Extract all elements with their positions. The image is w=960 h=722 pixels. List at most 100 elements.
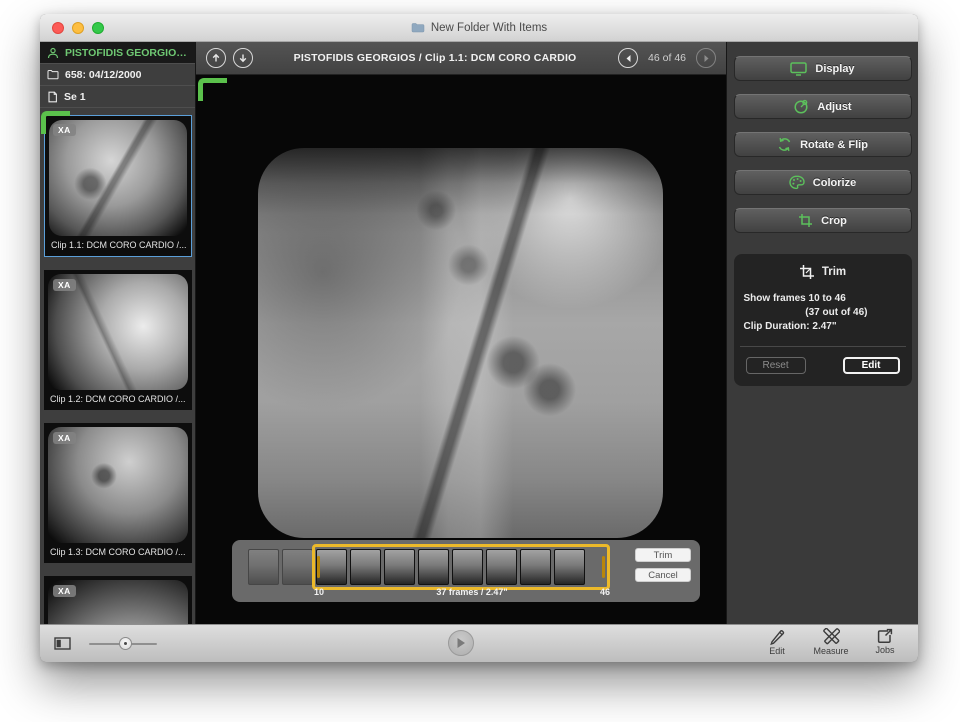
trim-reset-button[interactable]: Reset xyxy=(746,357,806,374)
crop-icon xyxy=(798,213,813,228)
thumbnail-clip-1-3[interactable]: Clip 1.3: DCM CORO CARDIO /... XA xyxy=(44,423,192,563)
window-title-text: New Folder With Items xyxy=(431,22,547,34)
trim-frames-range: Show frames 10 to 46 xyxy=(744,292,902,306)
sidebar-item-study[interactable]: 658: 04/12/2000 xyxy=(40,64,195,86)
thumbnail-caption: Clip 1.1: DCM CORO CARDIO /... xyxy=(49,236,187,252)
filmstrip-frame[interactable] xyxy=(248,549,279,585)
filmstrip-labels: 10 37 frames / 2.47" 46 xyxy=(232,587,700,598)
export-icon xyxy=(877,628,893,644)
trim-panel-actions: Reset Edit xyxy=(744,357,902,374)
trim-end-frame: 46 xyxy=(600,587,610,597)
modality-badge: XA xyxy=(53,279,76,291)
colorize-button-label: Colorize xyxy=(813,177,856,189)
active-pane-bracket xyxy=(41,111,70,134)
arrow-right-icon xyxy=(702,54,711,63)
thumbnail-image xyxy=(48,427,188,543)
sidebar: PISTOFIDIS GEORGIOS... 658: 04/12/2000 S… xyxy=(40,42,196,624)
prev-series-button[interactable] xyxy=(206,48,226,68)
trim-summary: 37 frames / 2.47" xyxy=(352,587,592,597)
display-icon xyxy=(790,62,807,76)
arrow-down-icon xyxy=(238,53,248,63)
main-area: PISTOFIDIS GEORGIOS / Clip 1.1: DCM CORO… xyxy=(196,42,726,624)
thumbnail-image xyxy=(48,274,188,390)
person-icon xyxy=(47,47,59,59)
thumbnail-caption: Clip 1.3: DCM CORO CARDIO /... xyxy=(48,543,188,559)
minimize-window-button[interactable] xyxy=(72,22,84,34)
window-title: New Folder With Items xyxy=(411,22,547,34)
trim-selection[interactable] xyxy=(312,544,610,590)
trim-clip-duration: Clip Duration: 2.47" xyxy=(744,320,902,334)
pencil-icon xyxy=(769,628,785,645)
tools-panel: Display Adjust Rotate & Flip Colorize xyxy=(726,42,918,624)
next-frame-button[interactable] xyxy=(696,48,716,68)
thumbnail-list: Clip 1.1: DCM CORO CARDIO /... XA Clip 1… xyxy=(40,108,195,624)
filmstrip-buttons: Trim Cancel xyxy=(635,548,691,582)
play-button[interactable] xyxy=(448,630,474,656)
edit-tool-label: Edit xyxy=(769,646,785,656)
image-viewport[interactable]: 10 37 frames / 2.47" 46 Trim Cancel xyxy=(196,75,726,624)
thumbnail-caption: Clip 1.2: DCM CORO CARDIO /... xyxy=(48,390,188,406)
adjust-button-label: Adjust xyxy=(817,101,851,113)
modality-badge: XA xyxy=(53,585,76,597)
sidebar-toggle-icon[interactable] xyxy=(54,637,71,650)
play-icon xyxy=(456,637,466,649)
measure-tool-label: Measure xyxy=(813,646,848,656)
rotate-flip-button[interactable]: Rotate & Flip xyxy=(734,132,912,157)
adjust-icon xyxy=(793,99,809,114)
edit-tool-button[interactable]: Edit xyxy=(756,628,798,656)
app-window: New Folder With Items PISTOFIDIS GEORGIO… xyxy=(40,14,918,662)
measure-rulers-icon xyxy=(823,628,840,645)
rotate-icon xyxy=(777,137,792,152)
trim-handle-right[interactable] xyxy=(602,556,605,578)
frame-navigation: 46 of 46 xyxy=(618,48,716,68)
study-folder-icon xyxy=(47,69,59,80)
xray-image xyxy=(258,148,663,538)
trim-icon xyxy=(799,264,815,280)
modality-badge: XA xyxy=(53,432,76,444)
trim-handle-left[interactable] xyxy=(317,556,320,578)
trim-panel-header: Trim xyxy=(744,264,902,280)
frame-counter: 46 of 46 xyxy=(648,52,686,64)
close-window-button[interactable] xyxy=(52,22,64,34)
display-button[interactable]: Display xyxy=(734,56,912,81)
filmstrip-frame[interactable] xyxy=(282,549,313,585)
viewer-title: PISTOFIDIS GEORGIOS / Clip 1.1: DCM CORO… xyxy=(260,52,610,64)
thumbnail-size-controls xyxy=(54,637,157,651)
trim-confirm-button[interactable]: Trim xyxy=(635,548,691,562)
crop-button[interactable]: Crop xyxy=(734,208,912,233)
adjust-button[interactable]: Adjust xyxy=(734,94,912,119)
next-series-button[interactable] xyxy=(233,48,253,68)
sidebar-item-series[interactable]: Se 1 xyxy=(40,86,195,108)
thumbnail-size-slider[interactable] xyxy=(89,637,157,651)
trim-panel-divider xyxy=(740,346,906,347)
trim-panel: Trim Show frames 10 to 46 (37 out of 46)… xyxy=(734,254,912,386)
colorize-button[interactable]: Colorize xyxy=(734,170,912,195)
slider-thumb[interactable] xyxy=(119,637,132,650)
traffic-lights xyxy=(52,22,104,34)
previous-frame-button[interactable] xyxy=(618,48,638,68)
zoom-window-button[interactable] xyxy=(92,22,104,34)
jobs-tool-button[interactable]: Jobs xyxy=(864,628,906,656)
measure-tool-button[interactable]: Measure xyxy=(810,628,852,656)
palette-icon xyxy=(789,175,805,190)
trim-edit-button[interactable]: Edit xyxy=(843,357,900,374)
viewer-toolbar: PISTOFIDIS GEORGIOS / Clip 1.1: DCM CORO… xyxy=(196,42,726,75)
study-label: 658: 04/12/2000 xyxy=(65,69,141,81)
folder-icon xyxy=(411,22,425,33)
bottom-bar: Edit Measure Jobs xyxy=(40,624,918,662)
thumbnail-clip-1-1[interactable]: Clip 1.1: DCM CORO CARDIO /... XA xyxy=(44,115,192,257)
bottom-tools: Edit Measure Jobs xyxy=(756,628,906,656)
arrow-left-icon xyxy=(624,54,633,63)
trim-filmstrip: 10 37 frames / 2.47" 46 Trim Cancel xyxy=(232,540,700,602)
trim-panel-title: Trim xyxy=(822,266,846,278)
rotate-flip-button-label: Rotate & Flip xyxy=(800,139,868,151)
display-button-label: Display xyxy=(815,63,854,75)
active-pane-bracket xyxy=(198,78,227,101)
series-label: Se 1 xyxy=(64,91,86,103)
content-area: PISTOFIDIS GEORGIOS... 658: 04/12/2000 S… xyxy=(40,42,918,624)
jobs-tool-label: Jobs xyxy=(875,645,894,655)
trim-cancel-button[interactable]: Cancel xyxy=(635,568,691,582)
sidebar-item-patient[interactable]: PISTOFIDIS GEORGIOS... xyxy=(40,42,195,64)
thumbnail-clip-1-4[interactable]: XA xyxy=(44,576,192,624)
thumbnail-clip-1-2[interactable]: Clip 1.2: DCM CORO CARDIO /... XA xyxy=(44,270,192,410)
